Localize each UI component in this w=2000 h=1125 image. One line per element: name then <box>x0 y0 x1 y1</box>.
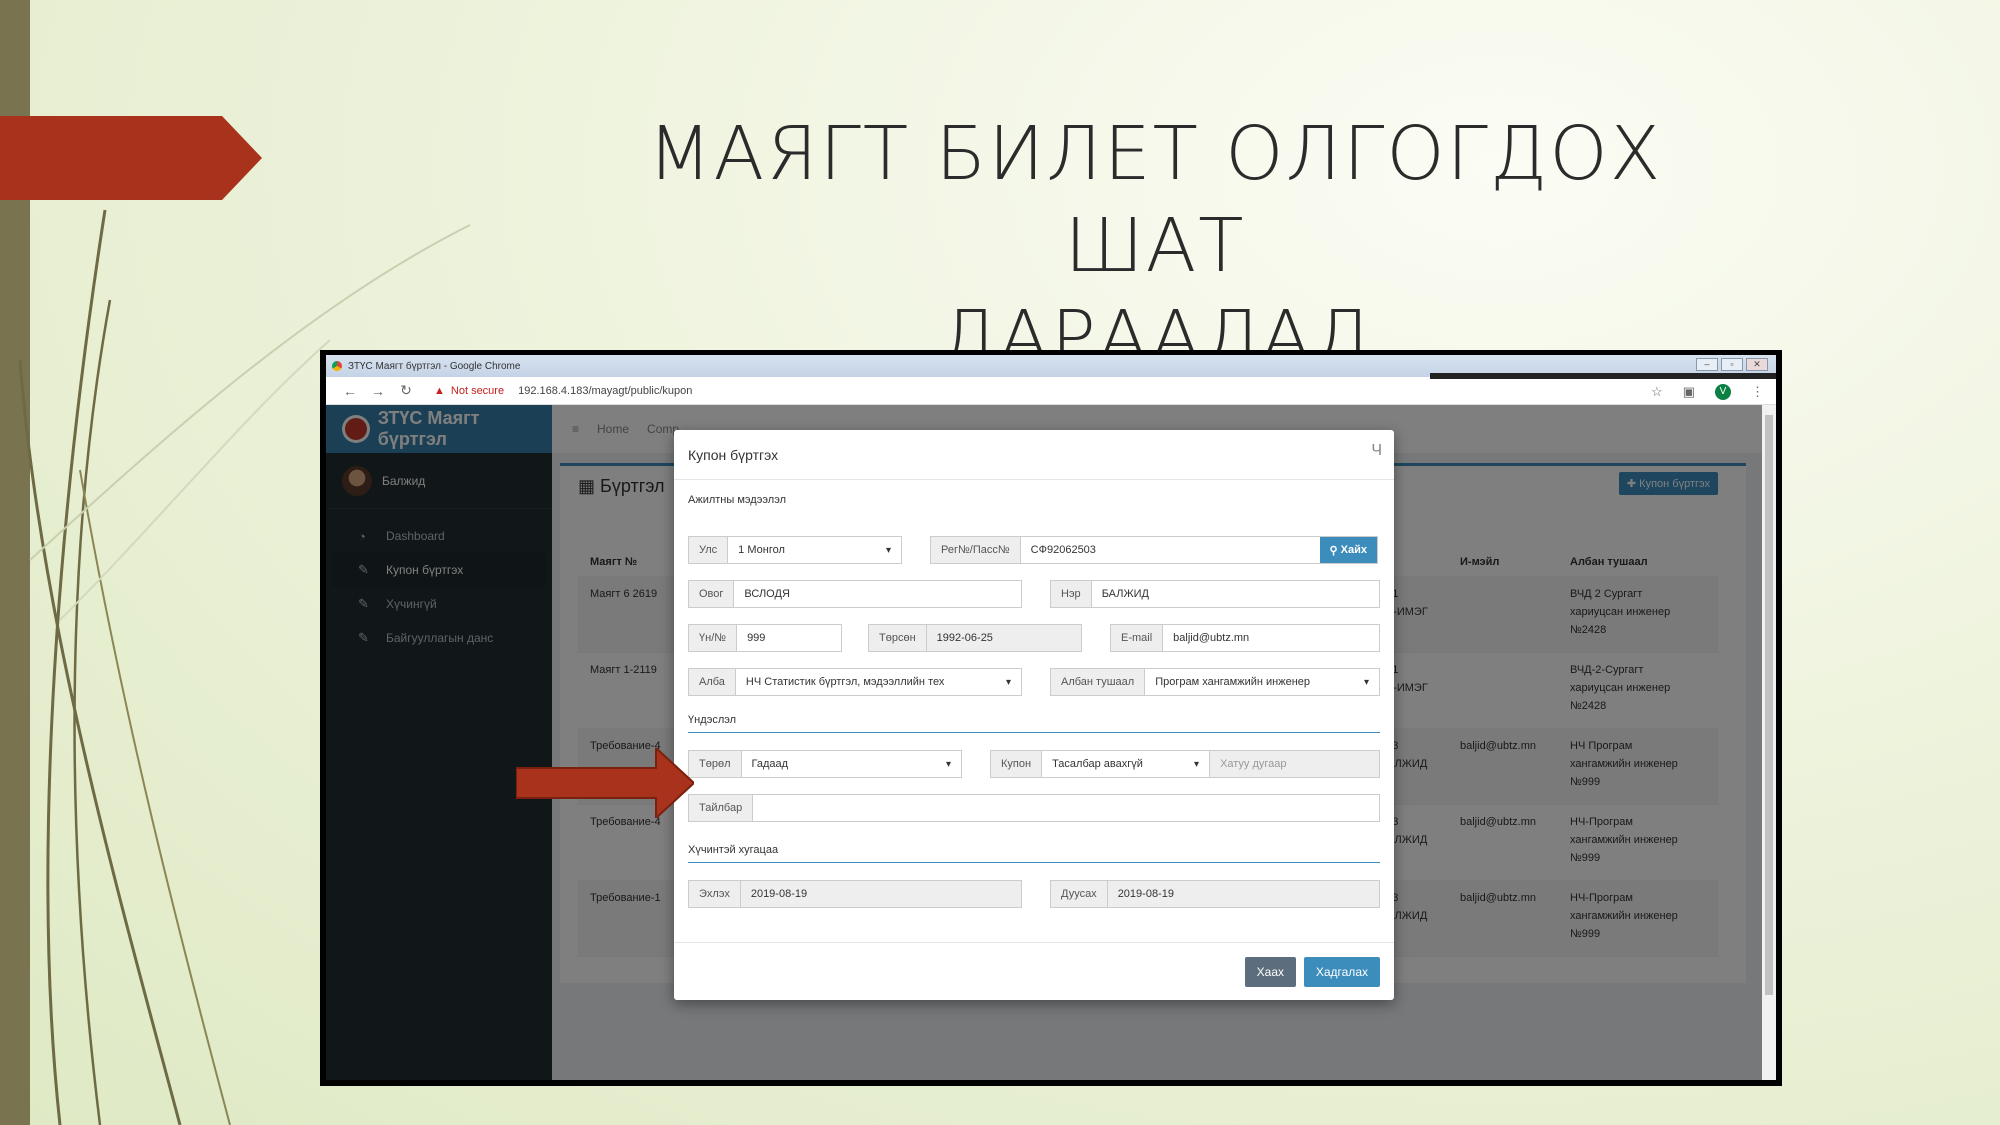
end-date-field[interactable]: Дуусах 2019-08-19 <box>1050 880 1380 908</box>
type-label: Төрөл <box>689 751 742 777</box>
coupon-label: Купон <box>991 751 1043 777</box>
modal-title: Купон бүртгэх <box>674 430 1394 480</box>
note-value <box>753 795 1379 821</box>
close-window-button[interactable]: ✕ <box>1746 358 1768 371</box>
search-button[interactable]: ⚲ Хайх <box>1319 537 1377 563</box>
email-field[interactable]: E-mail baljid@ubtz.mn <box>1110 624 1380 652</box>
section-divider <box>688 862 1380 863</box>
reg-value: СФ92062503 <box>1020 537 1320 563</box>
start-value: 2019-08-19 <box>740 881 1021 907</box>
coupon-value[interactable]: Тасалбар авахгүй <box>1042 751 1211 777</box>
surname-value: ВСЛОДЯ <box>734 581 1021 607</box>
close-modal-button[interactable]: Ч <box>1371 442 1382 460</box>
reload-icon[interactable]: ↻ <box>392 382 420 399</box>
toolbar-right: ☆ ▣ V ⋮ <box>1651 384 1764 400</box>
position-value: Програм хангамжийн инженер <box>1145 669 1379 695</box>
country-value: 1 Монгол <box>728 537 901 563</box>
web-app: ЗТҮС Маягт бүртгэл Балжид ◔ Dashboard ✎ <box>326 405 1776 1080</box>
position-select[interactable]: Албан тушаал Програм хангамжийн инженер <box>1050 668 1380 696</box>
ribbon-arrow-shape <box>0 116 262 200</box>
browser-window: ЗТҮС Маягт бүртгэл - Google Chrome – ▫ ✕… <box>326 355 1776 1080</box>
birthdate-field[interactable]: Төрсөн 1992-06-25 <box>868 624 1082 652</box>
save-button[interactable]: Хадгалах <box>1303 957 1380 987</box>
scroll-thumb[interactable] <box>1765 415 1773 995</box>
country-label: Улс <box>689 537 729 563</box>
email-value: baljid@ubtz.mn <box>1163 625 1379 651</box>
surname-label: Овог <box>689 581 735 607</box>
surname-field[interactable]: Овог ВСЛОДЯ <box>688 580 1022 608</box>
pdf-extension-icon[interactable]: ▣ <box>1683 384 1695 400</box>
pointer-arrow-shape <box>516 748 694 818</box>
star-icon[interactable]: ☆ <box>1651 384 1663 400</box>
coupon-number-input[interactable]: Хатуу дугаар <box>1210 751 1379 777</box>
back-icon[interactable]: ← <box>336 383 364 399</box>
slide: МАЯГТ БИЛЕТ ОЛГОГДОХ ШАТ ДАРААЛАЛ ЗТҮС М… <box>0 0 2000 1125</box>
end-value: 2019-08-19 <box>1107 881 1379 907</box>
profile-avatar[interactable]: V <box>1715 384 1731 400</box>
type-select[interactable]: Төрөл Гадаад <box>688 750 962 778</box>
note-field[interactable]: Тайлбар <box>688 794 1380 822</box>
id-label: Үн/№ <box>689 625 738 651</box>
section-basis: Үндэслэл <box>688 714 737 726</box>
minimize-button[interactable]: – <box>1696 358 1718 371</box>
coupon-field[interactable]: Купон Тасалбар авахгүй Хатуу дугаар <box>990 750 1380 778</box>
dept-label: Алба <box>689 669 736 695</box>
section-divider <box>688 732 1380 733</box>
name-field[interactable]: Нэр БАЛЖИД <box>1050 580 1380 608</box>
tab-strip <box>766 373 1776 379</box>
not-secure-label: Not secure <box>450 384 505 397</box>
address-bar: ← → ↻ ▲ Not secure 192.168.4.183/mayagt/p… <box>326 377 1776 405</box>
slide-title: МАЯГТ БИЛЕТ ОЛГОГДОХ ШАТ ДАРААЛАЛ <box>560 108 1750 384</box>
country-select[interactable]: Улс 1 Монгол <box>688 536 902 564</box>
section-employee: Ажилтны мэдээлэл <box>688 494 787 506</box>
section-validity: Хүчинтэй хугацаа <box>688 844 779 856</box>
reg-number-field[interactable]: Рег№/Пасс№ СФ92062503 ⚲ Хайх <box>930 536 1378 564</box>
birth-label: Төрсөн <box>869 625 927 651</box>
forward-icon[interactable]: → <box>364 383 392 399</box>
department-select[interactable]: Алба НЧ Статистик бүртгэл, мэдээллийн те… <box>688 668 1022 696</box>
coupon-modal: Купон бүртгэх Ч Ажилтны мэдээлэл Улс 1 М… <box>674 430 1394 1000</box>
name-value: БАЛЖИД <box>1091 581 1379 607</box>
security-warning[interactable]: ▲ Not secure <box>434 385 504 397</box>
screenshot-frame: ЗТҮС Маягт бүртгэл - Google Chrome – ▫ ✕… <box>320 350 1782 1086</box>
reg-label: Рег№/Пасс№ <box>931 537 1021 563</box>
id-value: 999 <box>737 625 841 651</box>
start-date-field[interactable]: Эхлэх 2019-08-19 <box>688 880 1022 908</box>
name-label: Нэр <box>1051 581 1092 607</box>
type-value: Гадаад <box>741 751 961 777</box>
search-button-label: Хайх <box>1340 544 1367 556</box>
warning-icon: ▲ <box>434 384 445 397</box>
slide-title-line1: МАЯГТ БИЛЕТ ОЛГОГДОХ ШАТ <box>647 111 1663 289</box>
menu-icon[interactable]: ⋮ <box>1751 384 1764 400</box>
birth-value: 1992-06-25 <box>926 625 1081 651</box>
close-button[interactable]: Хаах <box>1244 957 1296 987</box>
search-icon: ⚲ <box>1329 544 1341 557</box>
note-label: Тайлбар <box>689 795 754 821</box>
window-title: ЗТҮС Маягт бүртгэл - Google Chrome <box>348 360 521 372</box>
email-label: E-mail <box>1111 625 1164 651</box>
dept-value: НЧ Статистик бүртгэл, мэдээллийн тех <box>735 669 1021 695</box>
chrome-icon <box>332 361 342 371</box>
window-controls: – ▫ ✕ <box>1696 358 1768 371</box>
start-label: Эхлэх <box>689 881 741 907</box>
maximize-button[interactable]: ▫ <box>1721 358 1743 371</box>
modal-footer: Хаах Хадгалах <box>674 942 1394 1000</box>
end-label: Дуусах <box>1051 881 1108 907</box>
id-field[interactable]: Үн/№ 999 <box>688 624 842 652</box>
url-field[interactable]: 192.168.4.183/mayagt/public/kupon <box>518 385 692 397</box>
page-scrollbar[interactable] <box>1762 405 1776 1080</box>
position-label: Албан тушаал <box>1051 669 1146 695</box>
